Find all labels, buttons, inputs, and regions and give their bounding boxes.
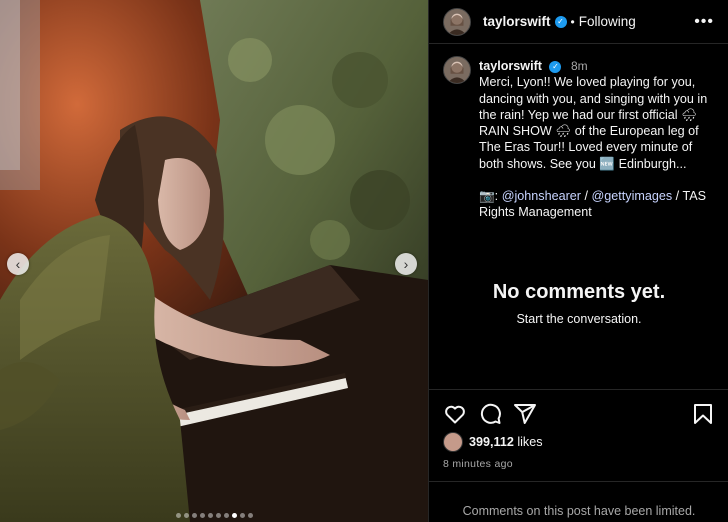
post-panel: taylorswift ✓ • Following ••• taylorswif… — [428, 0, 728, 522]
comments-limited-notice: Comments on this post have been limited. — [429, 481, 728, 522]
carousel-dot — [207, 513, 213, 518]
likes-count[interactable]: 399,112 likes — [469, 435, 543, 449]
chevron-right-icon: › — [403, 256, 409, 272]
empty-comments-subtitle: Start the conversation. — [516, 312, 642, 326]
carousel-dot — [199, 513, 205, 518]
mention-johnshearer[interactable]: @johnshearer — [502, 189, 581, 203]
caption-username[interactable]: taylorswift — [479, 59, 542, 73]
carousel-dot — [223, 513, 229, 518]
photo-credits: 📷: @johnshearer / @gettyimages / TAS Rig… — [479, 188, 714, 221]
more-options-icon[interactable]: ••• — [694, 13, 714, 31]
carousel-dot — [175, 513, 181, 518]
mention-gettyimages[interactable]: @gettyimages — [591, 189, 672, 203]
heart-icon[interactable] — [443, 402, 467, 426]
carousel-dot — [191, 513, 197, 518]
carousel-dot — [215, 513, 221, 518]
post-timestamp[interactable]: 8 minutes ago — [429, 452, 728, 470]
post-header: taylorswift ✓ • Following ••• — [429, 0, 728, 44]
bookmark-icon[interactable] — [691, 402, 715, 426]
likes-number: 399,112 — [469, 435, 514, 449]
previous-slide-button[interactable]: ‹ — [7, 253, 29, 275]
credit-prefix: 📷: — [479, 189, 502, 204]
carousel-dot — [183, 513, 189, 518]
chevron-left-icon: ‹ — [15, 256, 21, 272]
following-button[interactable]: Following — [579, 14, 636, 29]
share-icon[interactable] — [513, 402, 537, 426]
verified-badge-icon: ✓ — [549, 60, 562, 73]
carousel-dot — [231, 513, 237, 518]
post-photo — [0, 0, 428, 522]
empty-comments-title: No comments yet. — [492, 281, 666, 303]
next-slide-button[interactable]: › — [395, 253, 417, 275]
likes-label: likes — [513, 435, 543, 449]
empty-comments: No comments yet. Start the conversation. — [429, 281, 728, 326]
caption-timestamp[interactable]: 8m — [571, 59, 588, 73]
avatar[interactable] — [443, 56, 471, 84]
username-link[interactable]: taylorswift — [483, 14, 551, 29]
avatar[interactable] — [443, 7, 471, 36]
credit-separator: / — [580, 189, 592, 204]
verified-badge-icon: ✓ — [554, 15, 567, 28]
carousel-dot — [247, 513, 253, 518]
caption-body: taylorswift ✓ 8m Merci, Lyon!! We loved … — [479, 58, 714, 221]
liked-by-avatar[interactable] — [443, 432, 463, 452]
carousel-dot — [239, 513, 245, 518]
separator-dot: • — [570, 14, 575, 29]
caption-text: Merci, Lyon!! We loved playing for you, … — [479, 75, 711, 171]
post-media: ‹ › — [0, 0, 428, 522]
carousel-indicator — [0, 513, 428, 518]
comment-icon[interactable] — [478, 402, 502, 426]
caption: taylorswift ✓ 8m Merci, Lyon!! We loved … — [429, 44, 728, 221]
